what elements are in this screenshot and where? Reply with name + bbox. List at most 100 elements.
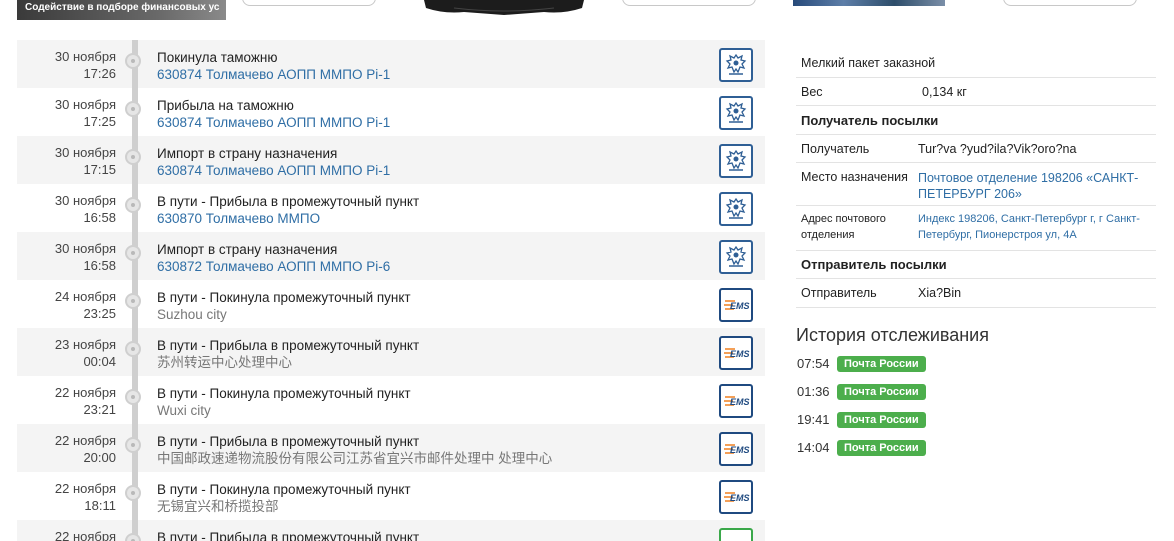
event-location[interactable]: 630870 Толмачево ММПО [157, 210, 320, 227]
ems-logo-icon: EMS [719, 432, 753, 466]
russian-post-logo-icon [719, 96, 753, 130]
history-service-badge[interactable]: Почта России [837, 412, 926, 428]
event-datetime: 30 ноября 17:15 [17, 144, 116, 178]
event-time: 17:26 [83, 66, 116, 81]
tracking-event-row: 30 ноября 17:15 Импорт в страну назначения… [17, 136, 765, 184]
ems-logo-icon: EMS [719, 336, 753, 370]
event-status: В пути - Прибыла в промежуточный пункт [157, 434, 420, 449]
event-datetime: 22 ноября 23:21 [17, 384, 116, 418]
parcel-info-table: Мелкий пакет заказной Вес 0,134 кг Получ… [796, 50, 1156, 308]
destination-link[interactable]: Почтовое отделение 198206 «САНКТ-ПЕТЕРБУ… [918, 170, 1154, 202]
banner-button-1[interactable] [242, 0, 376, 6]
recipient-row: Получатель Tur?va ?yud?ila?Vik?oro?na [796, 135, 1156, 163]
history-item[interactable]: 14:04 Почта России [797, 440, 926, 456]
tracking-event-row: 22 ноября 18:11 В пути - Покинула промежут… [17, 472, 765, 520]
event-status: В пути - Покинула промежуточный пункт [157, 290, 411, 305]
svg-text:EMS: EMS [730, 301, 750, 311]
event-status: В пути - Покинула промежуточный пункт [157, 386, 411, 401]
recipient-section-header: Получатель посылки [796, 106, 1156, 135]
history-service-badge[interactable]: Почта России [837, 384, 926, 400]
event-status: Импорт в страну назначения [157, 242, 338, 257]
promo-banner[interactable]: Содействие в подборе финансовых ус [17, 0, 226, 20]
event-location[interactable]: 630872 Толмачево АОПП ММПО Pi-6 [157, 258, 390, 275]
timeline-dot-icon [125, 341, 141, 357]
destination-label: Место назначения [801, 170, 908, 184]
recipient-value: Tur?va ?yud?ila?Vik?oro?na [918, 142, 1077, 156]
event-date: 30 ноября [54, 49, 116, 64]
tracking-event-row: 23 ноября 00:04 В пути - Прибыла в промежу… [17, 328, 765, 376]
event-datetime: 30 ноября 16:58 [17, 240, 116, 274]
banner-button-3[interactable] [1003, 0, 1137, 6]
event-location: Suzhou city [157, 307, 227, 322]
event-datetime: 22 ноября [17, 528, 116, 541]
carrier-logo-icon [719, 528, 753, 541]
event-time: 17:25 [83, 114, 116, 129]
event-datetime: 30 ноября 17:25 [17, 96, 116, 130]
russian-post-logo-icon [719, 192, 753, 226]
history-time: 01:36 [797, 384, 830, 399]
event-location: 苏州转运中心处理中心 [157, 355, 292, 370]
history-time: 07:54 [797, 356, 830, 371]
timeline-dot-icon [125, 245, 141, 261]
ems-logo-icon: EMS [719, 288, 753, 322]
banner-button-2[interactable] [622, 0, 756, 6]
tracking-event-row: 22 ноября В пути - Прибыла в промежуточны… [17, 520, 765, 541]
event-datetime: 22 ноября 18:11 [17, 480, 116, 514]
event-datetime: 30 ноября 16:58 [17, 192, 116, 226]
event-datetime: 24 ноября 23:25 [17, 288, 116, 322]
tracking-event-row: 22 ноября 20:00 В пути - Прибыла в промежу… [17, 424, 765, 472]
history-item[interactable]: 19:41 Почта России [797, 412, 926, 428]
sender-section-header: Отправитель посылки [796, 251, 1156, 279]
sender-label: Отправитель [801, 286, 877, 300]
event-time: 17:15 [83, 162, 116, 177]
timeline-dot-icon [125, 437, 141, 453]
history-item[interactable]: 01:36 Почта России [797, 384, 926, 400]
tracking-event-row: 24 ноября 23:25 В пути - Покинула промежут… [17, 280, 765, 328]
event-date: 30 ноября [54, 193, 116, 208]
timeline-dot-icon [125, 149, 141, 165]
post-address-link[interactable]: Индекс 198206, Санкт-Петербург г, г Санк… [918, 211, 1154, 243]
event-location: Wuxi city [157, 403, 211, 418]
event-status: Импорт в страну назначения [157, 146, 338, 161]
ems-logo-icon: EMS [719, 480, 753, 514]
hoodie-image[interactable] [424, 0, 584, 20]
tracking-events-list: 30 ноября 17:26 Покинула таможню 630874 Тол… [17, 40, 765, 541]
event-time: 16:58 [83, 210, 116, 225]
timeline-dot-icon [125, 53, 141, 69]
event-time: 23:21 [83, 402, 116, 417]
post-address-label: Адрес почтового отделения [801, 213, 886, 241]
history-time: 14:04 [797, 440, 830, 455]
russian-post-logo-icon [719, 48, 753, 82]
event-date: 22 ноября [54, 433, 116, 448]
event-location[interactable]: 630874 Толмачево АОПП ММПО Pi-1 [157, 66, 390, 83]
timeline-dot-icon [125, 197, 141, 213]
event-status: В пути - Прибыла в промежуточный пункт [157, 194, 420, 209]
event-time: 16:58 [83, 258, 116, 273]
sender-value: Xia?Bin [918, 286, 962, 300]
tracking-event-row: 22 ноября 23:21 В пути - Покинула промежут… [17, 376, 765, 424]
event-date: 24 ноября [54, 289, 116, 304]
timeline-dot-icon [125, 293, 141, 309]
weight-label: Вес [801, 85, 823, 99]
package-type-row: Мелкий пакет заказной [796, 50, 1156, 78]
history-service-badge[interactable]: Почта России [837, 440, 926, 456]
history-item[interactable]: 07:54 Почта России [797, 356, 926, 372]
landscape-image[interactable] [793, 0, 945, 6]
promo-text: Содействие в подборе финансовых ус [25, 2, 220, 13]
event-location: 中国邮政速递物流股份有限公司江苏省宜兴市邮件处理中 处理中心 [157, 451, 553, 466]
russian-post-logo-icon [719, 144, 753, 178]
event-time: 00:04 [83, 354, 116, 369]
event-location[interactable]: 630874 Толмачево АОПП ММПО Pi-1 [157, 114, 390, 131]
event-status: В пути - Покинула промежуточный пункт [157, 482, 411, 497]
history-service-badge[interactable]: Почта России [837, 356, 926, 372]
recipient-label: Получатель [801, 142, 870, 156]
timeline-dot-icon [125, 485, 141, 501]
destination-row: Место назначения Почтовое отделение 1982… [796, 163, 1156, 206]
event-location: 无锡宜兴和桥揽投部 [157, 499, 279, 514]
event-status: В пути - Прибыла в промежуточный пункт [157, 338, 420, 353]
svg-text:EMS: EMS [730, 493, 750, 503]
event-location[interactable]: 630874 Толмачево АОПП ММПО Pi-1 [157, 162, 390, 179]
svg-text:EMS: EMS [730, 445, 750, 455]
event-datetime: 23 ноября 00:04 [17, 336, 116, 370]
package-type: Мелкий пакет заказной [801, 56, 936, 70]
